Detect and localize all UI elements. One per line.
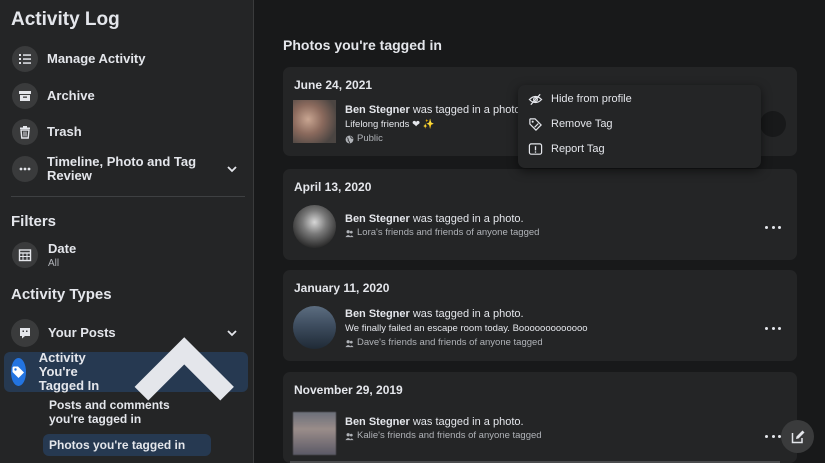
photo-thumbnail[interactable] bbox=[293, 205, 336, 248]
menu-item-hide-from-profile[interactable]: Hide from profile bbox=[528, 89, 632, 109]
tag-remove-icon bbox=[529, 117, 542, 131]
activity-card: April 13, 2020 Ben Stegner was tagged in… bbox=[283, 169, 797, 260]
sidebar-item-label: Timeline, Photo and Tag Review bbox=[47, 154, 197, 183]
photo-thumbnail[interactable] bbox=[293, 100, 336, 143]
date-filter[interactable]: Date All bbox=[4, 238, 248, 272]
entry-action: was tagged in a photo. bbox=[409, 104, 524, 116]
activity-card: January 11, 2020 Ben Stegner was tagged … bbox=[283, 270, 797, 361]
sidebar-item-label: Archive bbox=[47, 88, 95, 103]
entry-name[interactable]: Ben Stegner bbox=[345, 416, 410, 428]
more-options-button[interactable] bbox=[760, 111, 786, 137]
date-filter-label: Date bbox=[48, 240, 77, 256]
more-options-button[interactable] bbox=[765, 323, 781, 333]
chevron-down-icon[interactable] bbox=[226, 163, 238, 175]
card-date: January 11, 2020 bbox=[294, 281, 390, 295]
activity-card: November 29, 2019 Ben Stegner was tagged… bbox=[283, 372, 797, 463]
menu-item-label: Hide from profile bbox=[551, 93, 632, 105]
more-options-button[interactable] bbox=[765, 222, 781, 232]
menu-item-remove-tag[interactable]: Remove Tag bbox=[528, 114, 613, 134]
sidebar-item-label: Your Posts bbox=[48, 325, 116, 340]
archive-icon bbox=[12, 83, 38, 109]
globe-icon bbox=[345, 135, 354, 143]
sidebar-item-tagged-in[interactable]: Activity You're Tagged In bbox=[4, 336, 248, 401]
more-dots-icon bbox=[12, 156, 38, 182]
entry-name[interactable]: Ben Stegner bbox=[345, 104, 410, 116]
friends-icon bbox=[345, 432, 354, 440]
entry-name[interactable]: Ben Stegner bbox=[345, 308, 410, 320]
entry-action: was tagged in a photo. bbox=[409, 308, 524, 320]
sidebar-item-manage-activity[interactable]: Manage Activity bbox=[4, 42, 248, 76]
filters-title: Filters bbox=[11, 213, 57, 230]
card-date: November 29, 2019 bbox=[294, 383, 403, 397]
entry-name[interactable]: Ben Stegner bbox=[345, 213, 410, 225]
sidebar-item-label: Trash bbox=[47, 124, 82, 139]
sidebar-item-archive[interactable]: Archive bbox=[4, 79, 248, 113]
sub-item-photos-tagged[interactable]: Photos you're tagged in bbox=[43, 434, 211, 456]
entry-caption: Lifelong friends ❤ ✨ bbox=[345, 119, 435, 130]
sub-item-posts-comments[interactable]: Posts and comments you're tagged in bbox=[43, 394, 211, 430]
entry-audience: Kalie's friends and friends of anyone ta… bbox=[345, 429, 542, 443]
friends-icon bbox=[345, 339, 354, 347]
eye-slash-icon bbox=[528, 93, 543, 105]
sidebar-item-trash[interactable]: Trash bbox=[4, 115, 248, 149]
sidebar-divider bbox=[11, 196, 245, 197]
menu-item-report-tag[interactable]: Report Tag bbox=[528, 139, 605, 159]
date-filter-value: All bbox=[48, 257, 60, 269]
activity-types-title: Activity Types bbox=[11, 286, 112, 303]
card-date: April 13, 2020 bbox=[294, 180, 372, 194]
sidebar-item-label: Activity You're Tagged In bbox=[38, 350, 100, 393]
audience-label: Lora's friends and friends of anyone tag… bbox=[357, 227, 540, 238]
entry-action: was tagged in a photo. bbox=[409, 416, 524, 428]
entry-audience: Lora's friends and friends of anyone tag… bbox=[345, 226, 539, 240]
sidebar-title: Activity Log bbox=[11, 9, 120, 30]
list-icon bbox=[12, 46, 38, 72]
tag-icon bbox=[11, 358, 26, 386]
compose-button[interactable] bbox=[781, 420, 814, 453]
audience-label: Dave's friends and friends of anyone tag… bbox=[357, 337, 543, 348]
audience-label: Kalie's friends and friends of anyone ta… bbox=[357, 430, 542, 441]
page-title: Photos you're tagged in bbox=[283, 37, 442, 53]
friends-icon bbox=[345, 229, 354, 237]
sidebar-item-timeline-review[interactable]: Timeline, Photo and Tag Review bbox=[4, 152, 248, 186]
entry-caption: We finally failed an escape room today. … bbox=[345, 323, 588, 334]
trash-icon bbox=[12, 119, 38, 145]
entry-text: Ben Stegner was tagged in a photo. Kalie… bbox=[345, 415, 542, 443]
menu-item-label: Remove Tag bbox=[551, 118, 613, 130]
entry-text: Ben Stegner was tagged in a photo. Lifel… bbox=[345, 103, 524, 146]
photo-thumbnail[interactable] bbox=[293, 306, 336, 349]
post-icon bbox=[11, 319, 39, 347]
edit-icon bbox=[791, 430, 804, 443]
context-menu: Hide from profile Remove Tag Report Tag bbox=[518, 85, 761, 168]
audience-label: Public bbox=[357, 133, 383, 144]
photo-thumbnail[interactable] bbox=[293, 412, 336, 455]
card-date: June 24, 2021 bbox=[294, 78, 373, 92]
sidebar-item-label: Manage Activity bbox=[47, 51, 146, 66]
entry-audience: Dave's friends and friends of anyone tag… bbox=[345, 336, 588, 350]
entry-action: was tagged in a photo. bbox=[409, 213, 524, 225]
entry-text: Ben Stegner was tagged in a photo. Lora'… bbox=[345, 212, 539, 240]
calendar-icon bbox=[12, 242, 38, 268]
menu-item-label: Report Tag bbox=[551, 143, 605, 155]
report-icon bbox=[528, 142, 543, 155]
entry-text: Ben Stegner was tagged in a photo. We fi… bbox=[345, 307, 588, 350]
sidebar: Activity Log Manage Activity Archive Tra… bbox=[0, 0, 254, 463]
more-options-button[interactable] bbox=[765, 431, 781, 441]
entry-audience: Public bbox=[345, 132, 524, 146]
